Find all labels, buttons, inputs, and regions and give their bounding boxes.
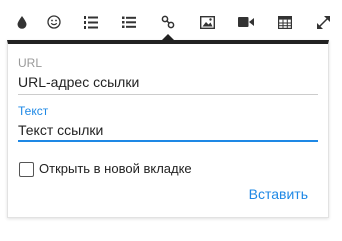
ordered-list-icon[interactable] [80,11,102,33]
unordered-list-icon[interactable] [118,11,140,33]
emoticon-icon[interactable] [43,11,65,33]
url-label: URL [18,56,43,70]
paragraph-color-icon[interactable] [11,11,33,33]
insert-video-icon[interactable] [235,11,257,33]
insert-link-popup: URL Текст Открыть в новой вкладке Встави… [7,40,329,218]
url-input[interactable] [18,72,318,92]
insert-image-icon[interactable] [196,11,218,33]
text-input[interactable] [18,120,318,140]
open-new-tab-checkbox[interactable] [19,162,34,177]
text-label: Текст [18,104,49,118]
url-underline [18,94,318,95]
insert-link-icon[interactable] [157,11,179,33]
fullscreen-icon[interactable] [312,11,334,33]
insert-table-icon[interactable] [274,11,296,33]
text-underline [18,140,318,142]
insert-button[interactable]: Вставить [249,186,308,202]
open-new-tab-label[interactable]: Открыть в новой вкладке [39,161,192,176]
